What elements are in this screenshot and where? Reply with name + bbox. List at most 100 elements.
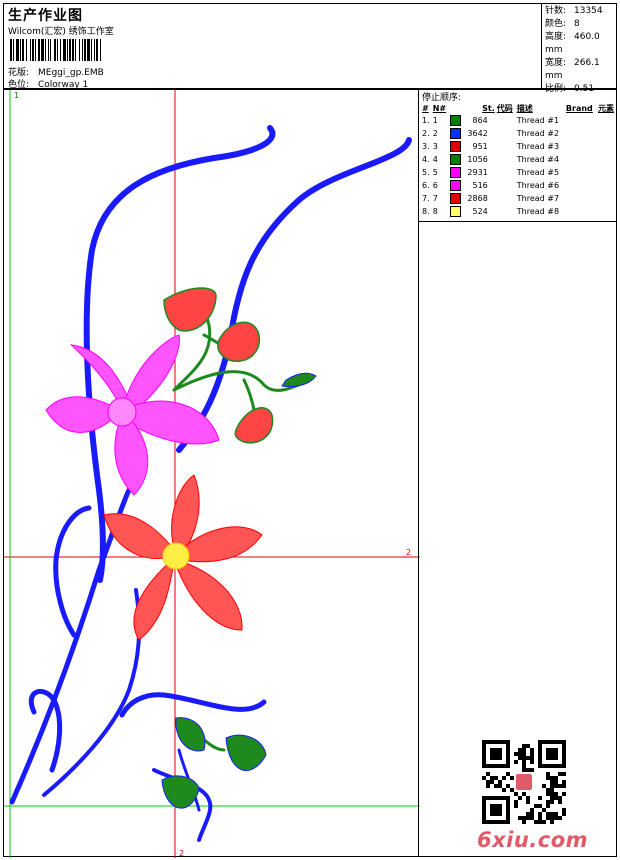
cell-seq: 2. [422, 129, 430, 138]
cell-brand [565, 166, 597, 179]
cell-code [496, 205, 516, 218]
cell-brand [565, 192, 597, 205]
cell-brand [565, 114, 597, 127]
color-swatch [449, 180, 461, 191]
design-preview: 1 2 2 [3, 89, 420, 858]
cell-seq: 6. [422, 181, 430, 190]
cell-seq: 8. [422, 207, 430, 216]
barcode [10, 39, 101, 61]
thread-row: 4. 4 1056 Thread #4 [421, 153, 617, 166]
cell-n: 7 [432, 194, 438, 203]
cell-brand [565, 127, 597, 140]
cell-swatch [449, 127, 463, 140]
cell-swatch [449, 205, 463, 218]
cell-desc: Thread #6 [516, 181, 560, 190]
cell-swatch [449, 114, 463, 127]
color-swatch [449, 141, 461, 152]
qr-code [482, 740, 566, 824]
col-st: St. [482, 103, 495, 113]
cell-brand [565, 179, 597, 192]
stat-row: 针数: 13354 [545, 6, 603, 16]
stat-row: 颜色: 8 [545, 19, 580, 29]
cell-st: 2931 [467, 168, 488, 177]
color-swatch [449, 154, 461, 165]
header-info: 生产作业图 Wilcom(汇宏) 绣饰工作室 花版: MEggi_gp.EMB 色… [4, 4, 542, 90]
cell-n: 8 [432, 207, 438, 216]
cell-code [496, 166, 516, 179]
cell-brand [565, 140, 597, 153]
cell-desc: Thread #2 [516, 129, 560, 138]
cell-code [496, 127, 516, 140]
color-swatch [449, 115, 461, 126]
cell-brand [565, 153, 597, 166]
divider [419, 221, 616, 222]
color-swatch [449, 128, 461, 139]
guide-label-bottom: 2 [179, 849, 184, 858]
cell-n: 5 [432, 168, 438, 177]
cell-element [597, 127, 617, 140]
col-swatch [449, 102, 463, 114]
cell-swatch [449, 179, 463, 192]
thread-row: 3. 3 951 Thread #3 [421, 140, 617, 153]
cell-swatch [449, 192, 463, 205]
cell-n: 1 [432, 116, 438, 125]
stat-row: 高度: 460.0 mm [545, 32, 600, 55]
cell-n: 6 [432, 181, 438, 190]
cell-seq: 1. [422, 116, 430, 125]
color-swatch [449, 167, 461, 178]
cell-code [496, 114, 516, 127]
stop-sequence-panel: 停止顺序: # N# St. 代码 描述 Brand 元素 1. 1 864 Thre… [418, 89, 617, 857]
cell-seq: 4. [422, 155, 430, 164]
cell-swatch [449, 140, 463, 153]
color-swatch [449, 206, 461, 217]
cell-seq: 7. [422, 194, 430, 203]
cell-swatch [449, 153, 463, 166]
col-code: 代码 [496, 103, 513, 113]
cell-desc: Thread #3 [516, 142, 560, 151]
thread-row: 8. 8 524 Thread #8 [421, 205, 617, 218]
cell-st: 2868 [467, 194, 488, 203]
guide-label-1: 1 [14, 91, 19, 100]
cell-code [496, 140, 516, 153]
cell-seq: 5. [422, 168, 430, 177]
cell-code [496, 192, 516, 205]
color-swatch [449, 193, 461, 204]
thread-row: 2. 2 3642 Thread #2 [421, 127, 617, 140]
cell-element [597, 192, 617, 205]
page-title: 生产作业图 [8, 8, 83, 24]
header-panel: 生产作业图 Wilcom(汇宏) 绣饰工作室 花版: MEggi_gp.EMB 色… [3, 3, 617, 94]
col-element: 元素 [597, 103, 614, 113]
cell-st: 1056 [467, 155, 488, 164]
cell-element [597, 153, 617, 166]
stats-list: 针数: 13354 颜色: 8 高度: 460.0 mm 宽度: 266.1 mm 比例… [545, 5, 616, 96]
guide-label-right: 2 [406, 548, 411, 557]
thread-row: 7. 7 2868 Thread #7 [421, 192, 617, 205]
cell-code [496, 179, 516, 192]
stat-row: 宽度: 266.1 mm [545, 58, 600, 81]
cell-element [597, 166, 617, 179]
cell-desc: Thread #1 [516, 116, 560, 125]
cell-element [597, 140, 617, 153]
thread-row: 6. 6 516 Thread #6 [421, 179, 617, 192]
pink-flower [45, 334, 220, 496]
cell-desc: Thread #7 [516, 194, 560, 203]
cell-brand [565, 205, 597, 218]
cell-element [597, 179, 617, 192]
thread-row: 1. 1 864 Thread #1 [421, 114, 617, 127]
company-name: Wilcom(汇宏) 绣饰工作室 [8, 27, 114, 37]
table-header: # N# St. 代码 描述 Brand 元素 [421, 102, 617, 114]
cell-st: 3642 [467, 129, 488, 138]
cell-n: 2 [432, 129, 438, 138]
cell-desc: Thread #8 [516, 207, 560, 216]
cell-seq: 3. [422, 142, 430, 151]
cell-element [597, 205, 617, 218]
cell-n: 4 [432, 155, 438, 164]
cell-swatch [449, 166, 463, 179]
cell-desc: Thread #4 [516, 155, 560, 164]
cell-st: 951 [472, 142, 488, 151]
col-brand: Brand [565, 103, 593, 113]
watermark-logo: 6xiu.com [477, 828, 589, 852]
embroidery-design: 1 2 2 [4, 90, 420, 858]
cell-st: 864 [472, 116, 488, 125]
cell-element [597, 114, 617, 127]
